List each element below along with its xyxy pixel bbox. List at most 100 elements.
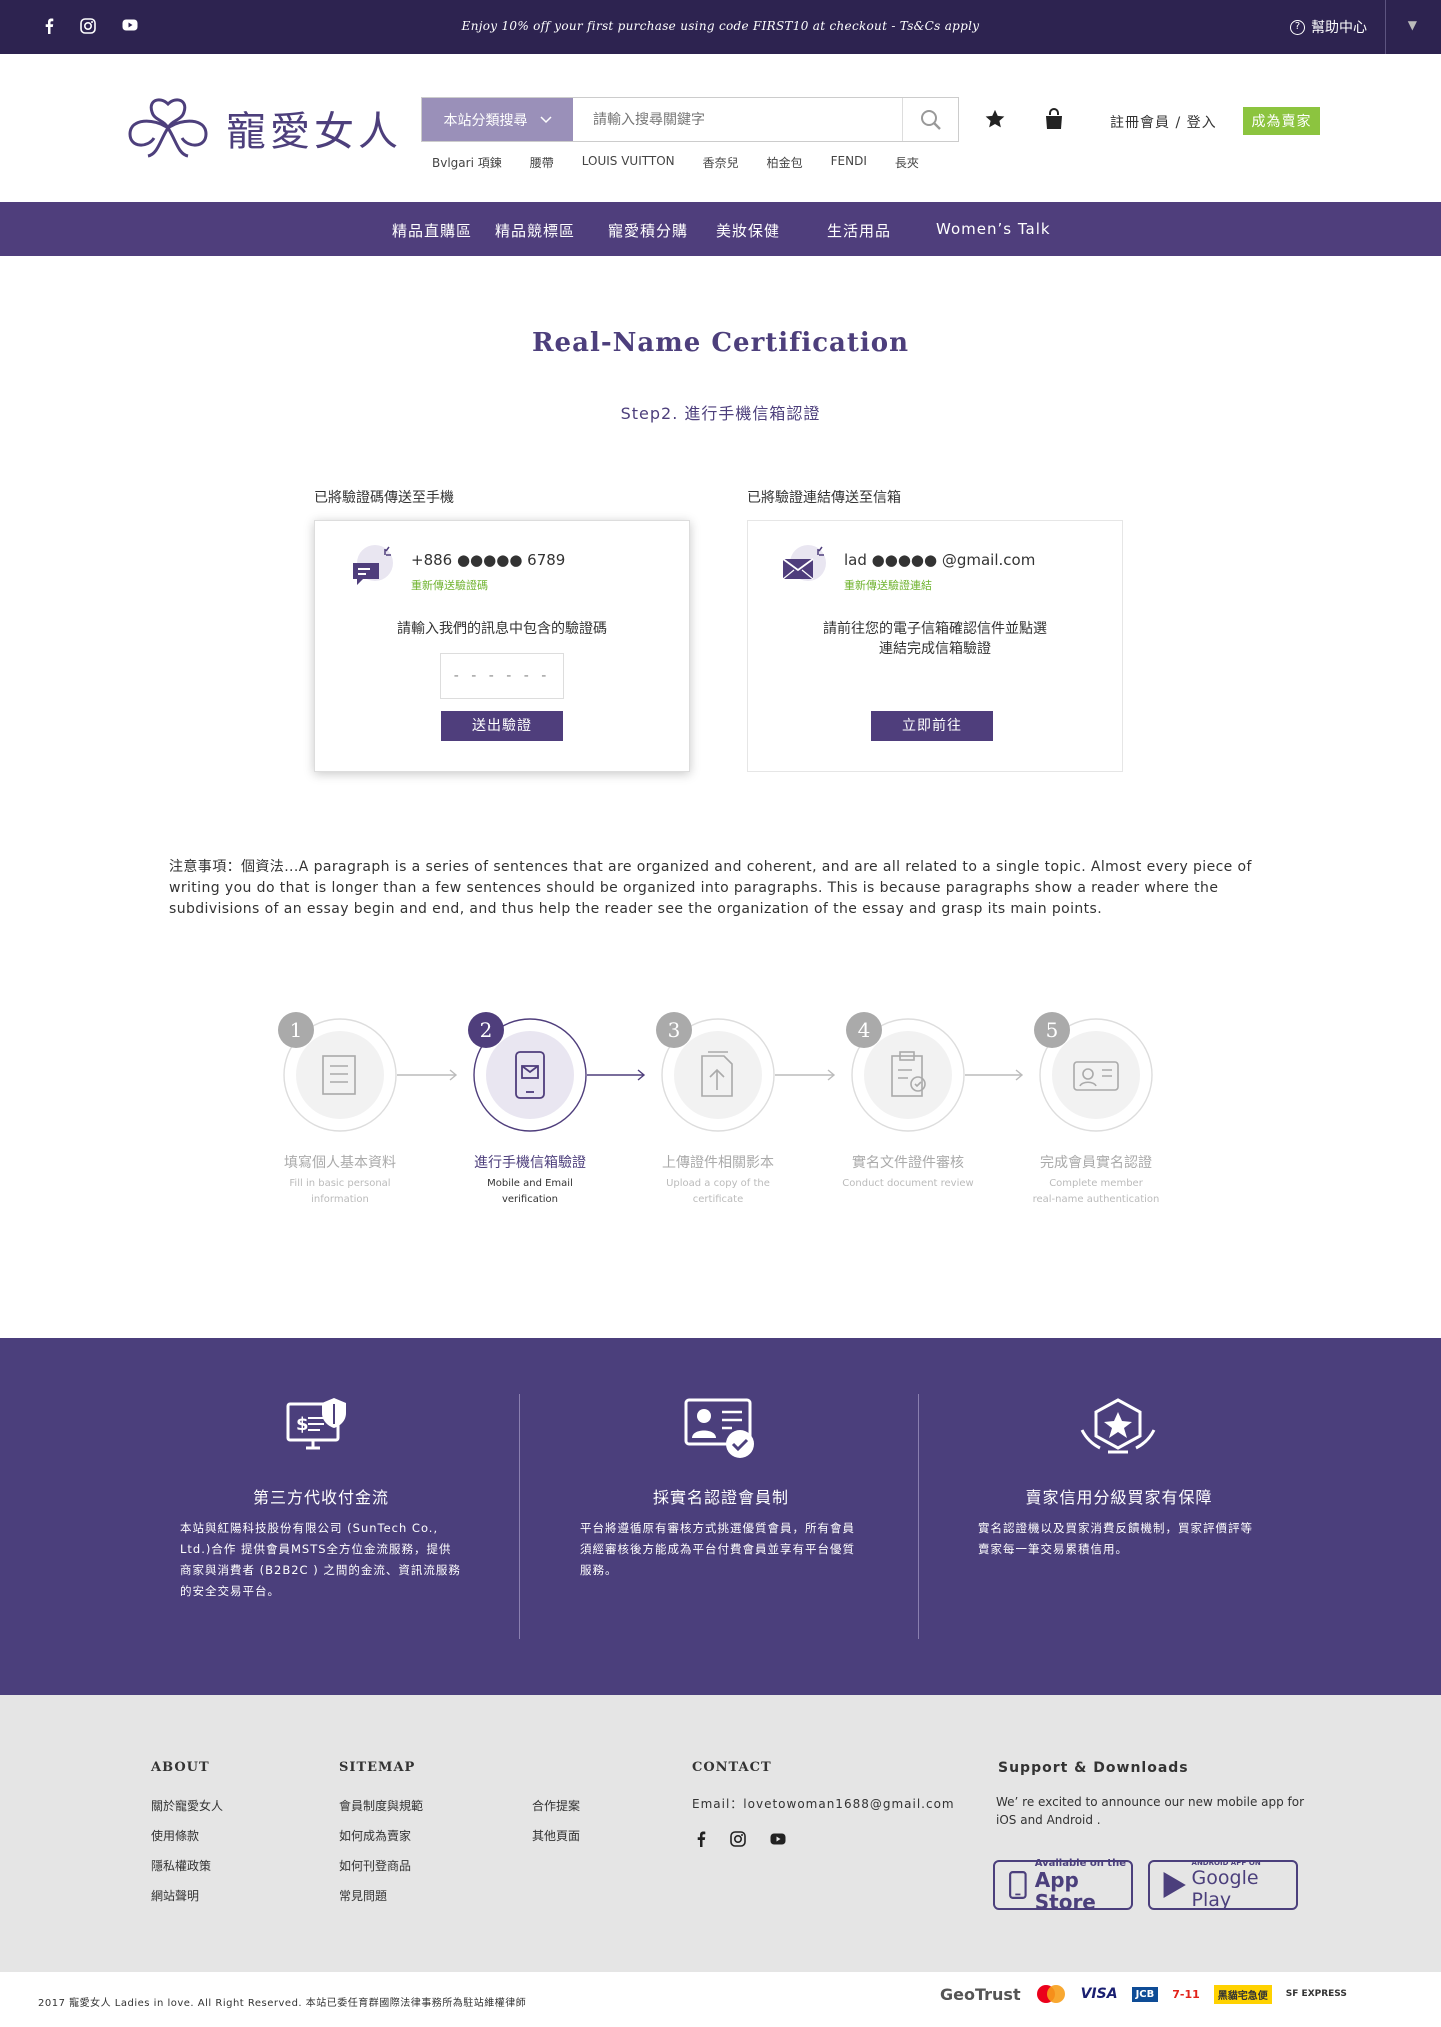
contact-email[interactable]: Email：lovetowoman1688@gmail.com [692, 1795, 955, 1812]
footer-social [696, 1831, 786, 1847]
features-band: $ 第三方代收付金流 本站與紅陽科技股份有限公司 (SunTech Co., L… [0, 1338, 1441, 1695]
step-number-3: 3 [668, 1018, 681, 1042]
nav-item-womens-talk[interactable]: Women’s Talk [936, 220, 1051, 238]
app-store-badge[interactable]: Available on the App Store [993, 1858, 1133, 1913]
feature-seller-title: 賣家信用分級買家有保障 [1025, 1488, 1213, 1507]
tcat-badge: 黑貓宅急便 [1213, 1984, 1272, 2004]
email-address: lad ●●●●● @gmail.com [844, 551, 1036, 569]
envelope-icon [780, 543, 828, 595]
nav-item-points[interactable]: 寵愛積分購 [608, 220, 688, 241]
youtube-icon[interactable] [770, 1832, 786, 1846]
feature-realname-title: 採實名認證會員制 [652, 1488, 789, 1507]
step-label-5: 完成會員實名認證 Complete member real-name authen… [1032, 1155, 1160, 1205]
mastercard-icon [1036, 1985, 1065, 2003]
footer-sitemap-col1: 會員制度與規範 如何成為賣家 如何刊登商品 常見問題 [339, 1791, 423, 1911]
step-number-2: 2 [480, 1018, 493, 1042]
become-seller-button[interactable]: 成為賣家 [1243, 107, 1320, 135]
hot-keyword[interactable]: LOUIS VUITTON [582, 154, 675, 171]
search-button[interactable] [902, 98, 958, 141]
footer-link[interactable]: 常見問題 [339, 1881, 423, 1911]
svg-text:$: $ [296, 1414, 309, 1435]
footer-link[interactable]: 其他頁面 [532, 1821, 580, 1851]
step-number-5: 5 [1046, 1018, 1059, 1042]
notice-paragraph: 注意事項：個資法...A paragraph is a series of se… [169, 859, 1252, 917]
help-center-link[interactable]: ? 幫助中心 [1290, 17, 1367, 37]
submit-verification-button[interactable]: 送出驗證 [441, 711, 563, 741]
nav-item-beauty[interactable]: 美妝保健 [716, 220, 780, 241]
hot-keyword[interactable]: 腰帶 [530, 154, 554, 171]
favorites-star-icon[interactable] [984, 108, 1006, 134]
hot-keyword[interactable]: 長夾 [895, 154, 919, 171]
footer-link[interactable]: 隱私權政策 [151, 1851, 223, 1881]
feature-divider [918, 1394, 919, 1639]
help-center-label: 幫助中心 [1311, 20, 1367, 36]
site-logo[interactable]: 寵愛女人 [124, 96, 402, 160]
instagram-icon[interactable] [730, 1831, 746, 1847]
shopping-bag-icon[interactable] [1044, 108, 1064, 134]
nav-item-auction[interactable]: 精品競標區 [495, 220, 575, 241]
email-card-heading: 已將驗證連結傳送至信箱 [747, 490, 901, 506]
phone-card-heading: 已將驗證碼傳送至手機 [314, 490, 454, 506]
step-number-4: 4 [858, 1018, 871, 1042]
top-bar: Enjoy 10% off your first purchase using … [0, 0, 1441, 54]
search-category-label: 本站分類搜尋 [443, 112, 528, 129]
payment-badges: GeoTrust VISA JCB 7-11 黑貓宅急便 SF EXPRESS [940, 1984, 1347, 2004]
hot-keyword[interactable]: 香奈兒 [703, 154, 739, 171]
footer-link[interactable]: 如何刊登商品 [339, 1851, 423, 1881]
feature-realname-desc: 平台將遵循原有審核方式挑選優質會員，所有會員須經審核後方能成為平台付費會員並享有… [580, 1521, 855, 1577]
hot-keyword[interactable]: 柏金包 [767, 154, 803, 171]
footer-sitemap-col2: 合作提案 其他頁面 [532, 1791, 580, 1851]
phone-verification-card: +886 ●●●●● 6789 重新傳送驗證碼 請輸入我們的訊息中包含的驗證碼 … [314, 520, 690, 772]
secure-payment-icon: $ [286, 1398, 346, 1450]
search-category-select[interactable]: 本站分類搜尋 [422, 98, 573, 141]
footer-link[interactable]: 如何成為賣家 [339, 1821, 423, 1851]
logo-icon [128, 98, 208, 158]
hot-keyword[interactable]: Bvlgari 項鍊 [432, 154, 502, 171]
support-desc: We’ re excited to announce our new mobil… [996, 1795, 1305, 1827]
nav-item-living[interactable]: 生活用品 [827, 220, 891, 241]
resend-link[interactable]: 重新傳送驗證連結 [844, 577, 932, 593]
email-instruction-line1: 請前往您的電子信箱確認信件並點選 [823, 621, 1047, 637]
search-input[interactable] [573, 98, 902, 141]
feature-payment-title: 第三方代收付金流 [252, 1488, 389, 1507]
resend-code-link[interactable]: 重新傳送驗證碼 [411, 577, 488, 593]
step-label-1: 填寫個人基本資料 Fill in basic personal informati… [284, 1155, 396, 1205]
step-label-2: 進行手機信箱驗證 Mobile and Email verification [474, 1155, 586, 1205]
footer-link[interactable]: 合作提案 [532, 1791, 580, 1821]
footer-link[interactable]: 關於寵愛女人 [151, 1791, 223, 1821]
nav-item-direct[interactable]: 精品直購區 [392, 220, 472, 241]
chevron-down-icon [539, 115, 552, 123]
play-icon [1163, 1872, 1186, 1898]
footer-link[interactable]: 網站聲明 [151, 1881, 223, 1911]
email-verification-card: lad ●●●●● @gmail.com 重新傳送驗證連結 請前往您的電子信箱確… [747, 520, 1123, 772]
hot-keyword[interactable]: FENDI [831, 154, 867, 171]
step-label-3: 上傳證件相關影本 Upload a copy of the certificate [662, 1155, 774, 1205]
logo-text: 寵愛女人 [226, 109, 402, 155]
main-nav: 精品直購區 精品競標區 寵愛積分購 美妝保健 生活用品 Women’s Talk [0, 202, 1441, 256]
code-instruction: 請輸入我們的訊息中包含的驗證碼 [397, 621, 607, 637]
email-instruction-line2: 連結完成信箱驗證 [879, 641, 991, 657]
facebook-icon[interactable] [696, 1831, 706, 1847]
search-icon [920, 109, 941, 130]
google-play-badge[interactable]: ANDROID APP ON Google Play [1148, 1859, 1298, 1911]
step-number-1: 1 [290, 1018, 303, 1042]
login-register-link[interactable]: 註冊會員 / 登入 [1110, 112, 1217, 132]
progress-steps: 1 2 3 4 5 [278, 1012, 1153, 1132]
footer-link[interactable]: 使用條款 [151, 1821, 223, 1851]
visa-badge: VISA [1080, 1986, 1118, 2002]
footer-contact-title: CONTACT [692, 1760, 772, 1775]
hot-keywords: Bvlgari 項鍊 腰帶 LOUIS VUITTON 香奈兒 柏金包 FEND… [432, 154, 947, 171]
footer: ABOUT 關於寵愛女人 使用條款 隱私權政策 網站聲明 SITEMAP 會員制… [0, 1695, 1441, 1972]
chevron-down-icon[interactable]: ▼ [1408, 18, 1417, 32]
id-verified-icon [684, 1398, 754, 1458]
footer-about-title: ABOUT [151, 1760, 210, 1775]
feature-payment-desc: 本站與紅陽科技股份有限公司 (SunTech Co., Ltd.)合作 提供會員… [180, 1521, 461, 1598]
go-now-button[interactable]: 立即前往 [871, 711, 993, 741]
footer-link[interactable]: 會員制度與規範 [339, 1791, 423, 1821]
feature-seller-desc: 實名認證機以及買家消費反饋機制，買家評價評等賣家每一筆交易累積信用。 [978, 1521, 1253, 1556]
promo-text: Enjoy 10% off your first purchase using … [461, 19, 980, 33]
verification-code-input[interactable]: - - - - - - [440, 653, 564, 699]
feature-divider [519, 1394, 520, 1639]
phone-icon [1009, 1871, 1027, 1899]
page-title: Real-Name Certification [531, 328, 910, 358]
